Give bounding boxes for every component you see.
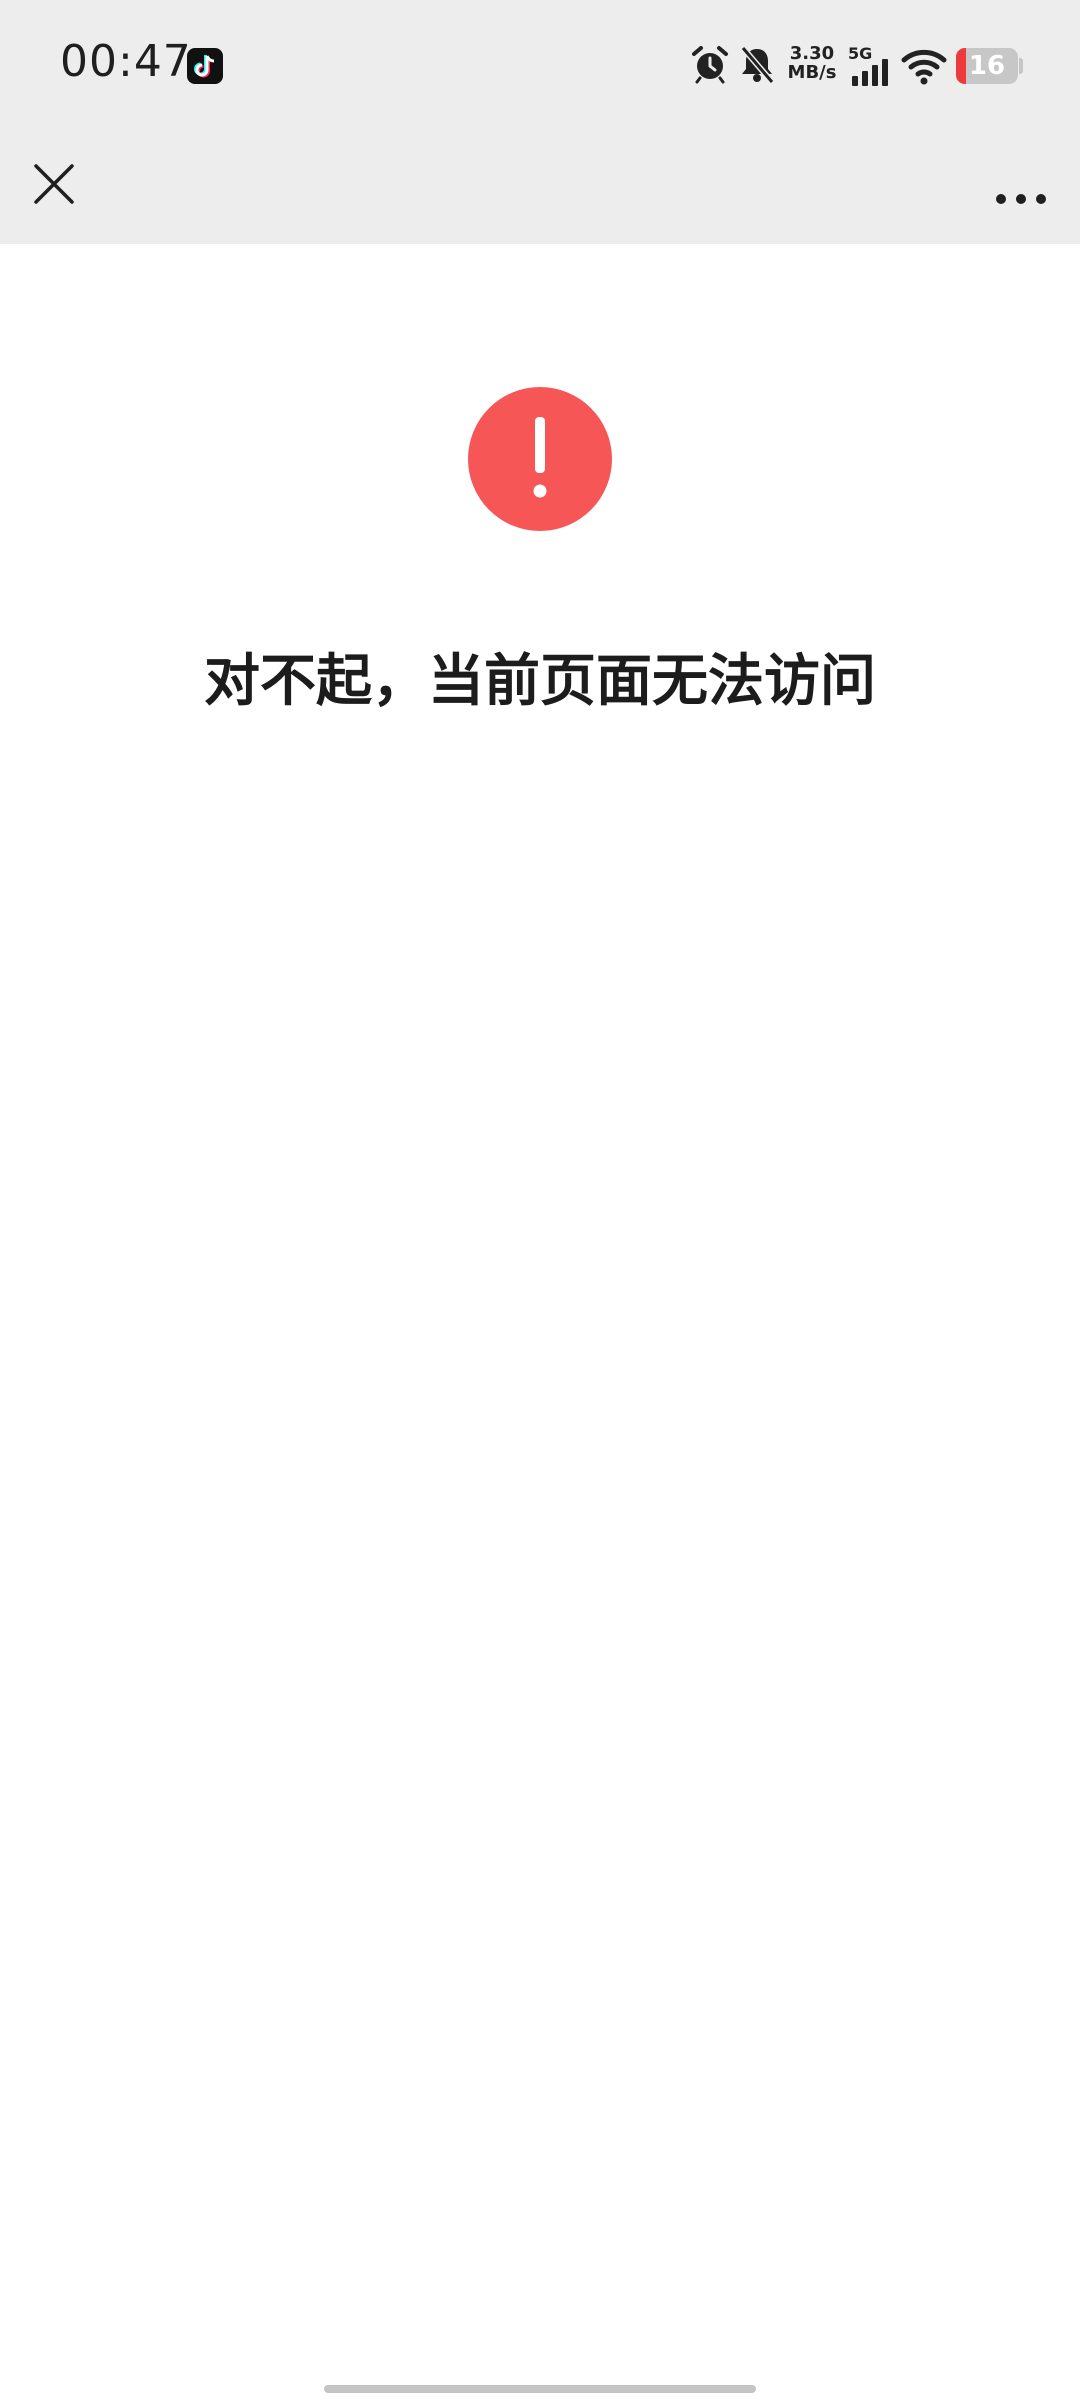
status-bar: 00:47 3.30 MB/s 5G 16 bbox=[0, 0, 1080, 134]
status-time: 00:47 bbox=[60, 36, 192, 87]
close-icon bbox=[34, 164, 74, 204]
more-button[interactable] bbox=[986, 154, 1056, 214]
nav-bar bbox=[0, 134, 1080, 244]
close-button[interactable] bbox=[24, 154, 84, 214]
error-message: 对不起，当前页面无法访问 bbox=[204, 649, 876, 714]
battery-tip bbox=[1019, 58, 1023, 74]
network-speed-value: 3.30 bbox=[789, 43, 835, 64]
battery-icon: 16 bbox=[956, 48, 1018, 84]
mute-bell-icon bbox=[740, 46, 775, 84]
tiktok-app-icon bbox=[187, 48, 223, 84]
network-speed-unit: MB/s bbox=[787, 62, 837, 83]
signal-icon bbox=[852, 59, 888, 86]
network-speed: 3.30 MB/s bbox=[786, 44, 838, 82]
alarm-icon bbox=[692, 46, 728, 84]
battery-level: 16 bbox=[968, 51, 1006, 81]
more-icon bbox=[996, 194, 1046, 204]
wifi-icon bbox=[901, 49, 947, 85]
exclamation-circle-icon bbox=[468, 387, 612, 531]
home-indicator[interactable] bbox=[324, 2385, 756, 2393]
